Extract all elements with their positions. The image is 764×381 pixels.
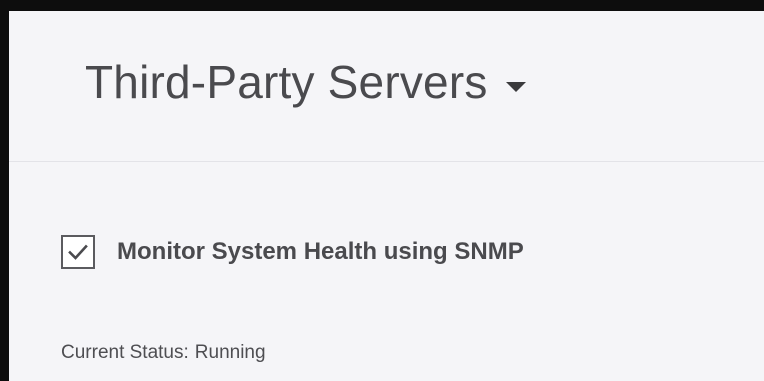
panel-header: Third-Party Servers xyxy=(9,11,764,161)
panel: Third-Party Servers Monitor System Healt… xyxy=(0,0,764,381)
page-title: Third-Party Servers xyxy=(85,56,488,108)
current-status: Current Status: Running xyxy=(61,342,266,364)
current-status-value: Running xyxy=(194,342,266,363)
current-status-label: Current Status: xyxy=(61,342,189,363)
snmp-monitor-label[interactable]: Monitor System Health using SNMP xyxy=(117,240,524,264)
snmp-monitor-checkbox[interactable] xyxy=(61,235,95,269)
check-icon xyxy=(68,244,88,260)
server-type-dropdown[interactable]: Third-Party Servers xyxy=(85,59,526,105)
caret-down-icon xyxy=(505,82,526,92)
header-divider xyxy=(9,161,764,162)
snmp-option: Monitor System Health using SNMP xyxy=(61,235,524,269)
